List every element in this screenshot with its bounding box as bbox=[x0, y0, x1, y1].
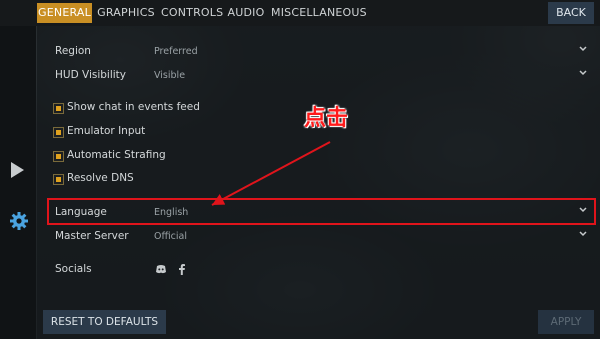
chevron-down-icon[interactable] bbox=[578, 230, 588, 238]
facebook-icon[interactable] bbox=[176, 263, 188, 275]
emulator-input-checkbox[interactable] bbox=[53, 127, 64, 138]
left-rail bbox=[0, 26, 36, 339]
hud-visibility-label: HUD Visibility bbox=[55, 69, 127, 81]
tab-graphics[interactable]: GRAPHICS bbox=[96, 3, 156, 23]
tab-miscellaneous[interactable]: MISCELLANEOUS bbox=[271, 3, 367, 23]
socials-label: Socials bbox=[55, 263, 92, 275]
apply-button[interactable]: APPLY bbox=[538, 310, 594, 334]
chevron-down-icon[interactable] bbox=[578, 69, 588, 77]
gear-icon[interactable] bbox=[9, 211, 29, 231]
tab-controls[interactable]: CONTROLS bbox=[161, 3, 223, 23]
play-icon[interactable] bbox=[11, 162, 24, 178]
resolve-dns-checkbox[interactable] bbox=[53, 174, 64, 185]
tab-general[interactable]: GENERAL bbox=[37, 3, 92, 23]
annotation-highlight-box bbox=[47, 198, 596, 225]
emulator-input-label: Emulator Input bbox=[67, 125, 146, 137]
top-nav-bar: GENERAL GRAPHICS CONTROLS AUDIO MISCELLA… bbox=[0, 0, 600, 26]
region-value[interactable]: Preferred bbox=[154, 46, 198, 57]
resolve-dns-label: Resolve DNS bbox=[67, 172, 134, 184]
show-chat-checkbox[interactable] bbox=[53, 103, 64, 114]
back-button[interactable]: BACK bbox=[548, 2, 594, 24]
automatic-strafing-label: Automatic Strafing bbox=[67, 149, 166, 161]
region-label: Region bbox=[55, 45, 91, 57]
master-server-label: Master Server bbox=[55, 230, 129, 242]
annotation-text: 点击 bbox=[304, 106, 349, 131]
automatic-strafing-checkbox[interactable] bbox=[53, 151, 64, 162]
tab-audio[interactable]: AUDIO bbox=[227, 3, 265, 23]
master-server-value[interactable]: Official bbox=[154, 231, 187, 242]
show-chat-label: Show chat in events feed bbox=[67, 101, 200, 113]
hud-visibility-value[interactable]: Visible bbox=[154, 70, 185, 81]
discord-icon[interactable] bbox=[155, 263, 167, 275]
chevron-down-icon[interactable] bbox=[578, 45, 588, 53]
reset-to-defaults-button[interactable]: RESET TO DEFAULTS bbox=[43, 310, 166, 334]
